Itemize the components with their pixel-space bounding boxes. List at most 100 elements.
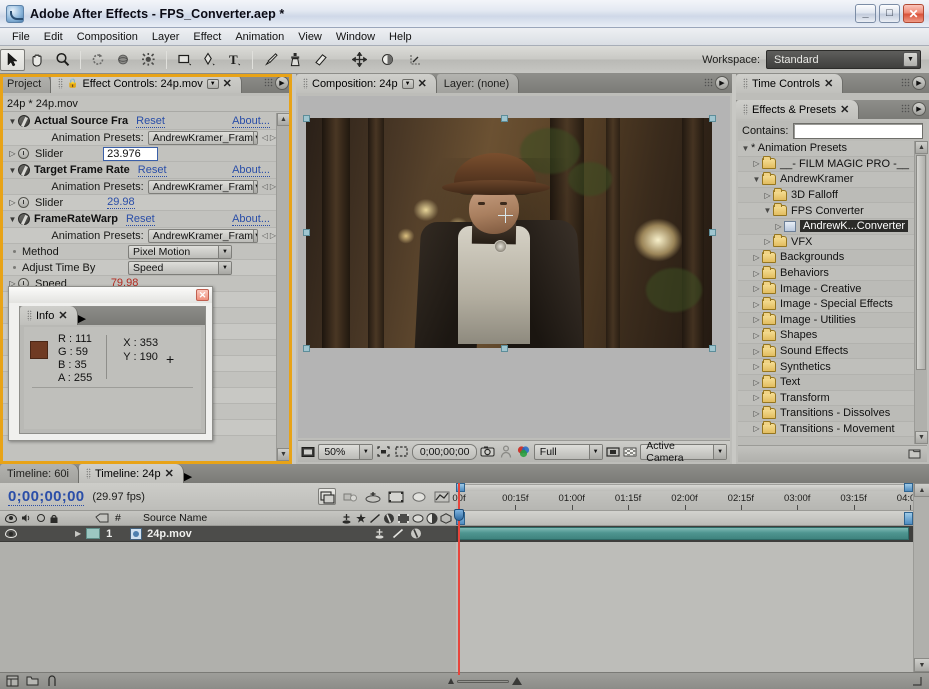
effect-property-row[interactable]: Method Pixel Motion ▼ [3, 244, 276, 260]
property-value[interactable]: 29.98 [107, 196, 135, 209]
tab-layer-none[interactable]: Layer: (none) [436, 74, 520, 93]
work-area-end-handle[interactable] [904, 483, 913, 492]
move-axis-icon[interactable] [347, 49, 372, 71]
stopwatch-icon[interactable] [18, 148, 29, 159]
clone-stamp-tool[interactable] [283, 49, 308, 71]
disclosure-triangle-icon[interactable]: ▼ [7, 117, 18, 126]
disclosure-closed-icon[interactable]: ▷ [751, 159, 762, 168]
reset-link[interactable]: Reset [125, 213, 155, 226]
animation-presets-row[interactable]: Animation Presets:AndrewKramer_Fram▼◁▷ [3, 179, 276, 195]
column-header-source-name[interactable]: Source Name [143, 512, 207, 524]
playhead-knob[interactable] [454, 509, 464, 521]
tree-item[interactable]: ▷ Backgrounds [738, 249, 914, 266]
panel-menu-button[interactable]: ▶ [275, 76, 289, 90]
tree-item[interactable]: ▷ Transitions - Dissolves [738, 405, 914, 422]
zoom-slider-track[interactable] [456, 679, 509, 683]
selection-tool[interactable] [0, 48, 25, 71]
layer-switches[interactable] [373, 528, 456, 539]
frame-blending-icon[interactable] [387, 488, 405, 505]
tab-timeline-24p[interactable]: Timeline: 24p ✕ [78, 464, 184, 483]
zoom-end-handle[interactable] [904, 512, 913, 525]
tree-item[interactable]: ▼ FPS Converter [738, 203, 914, 219]
scroll-up-icon[interactable]: ▲ [914, 483, 929, 497]
effect-property-row[interactable]: ▷ Slider 23.976 [3, 146, 276, 162]
tree-item[interactable]: ▷ Transform [738, 390, 914, 407]
disclosure-closed-icon[interactable]: ▷ [751, 409, 762, 418]
close-icon[interactable]: ✕ [165, 467, 174, 480]
toggle-mask-icon[interactable] [394, 444, 409, 459]
comp-nav-icon[interactable] [24, 674, 40, 689]
animation-presets-select[interactable]: AndrewKramer_Fram▼ [147, 179, 258, 194]
disclosure-closed-icon[interactable]: ▷ [773, 222, 784, 231]
presets-scrollbar[interactable]: ▲ ▼ [914, 141, 928, 444]
brush-tool[interactable] [258, 49, 283, 71]
disclosure-closed-icon[interactable]: ▷ [751, 315, 762, 324]
tree-item[interactable]: ▷ AndrewK...Converter [738, 219, 914, 235]
menu-item-help[interactable]: Help [382, 30, 419, 44]
zoom-out-icon[interactable] [447, 678, 454, 684]
comp-flowchart-icon[interactable] [4, 674, 20, 689]
previous-preset-icon[interactable]: ◁ [262, 231, 268, 240]
tree-item[interactable]: ▼ * Animation Presets [738, 141, 914, 157]
zoom-in-icon[interactable] [511, 677, 522, 685]
about-link[interactable]: About... [232, 164, 270, 177]
about-link[interactable]: About... [232, 213, 270, 226]
menu-item-layer[interactable]: Layer [145, 30, 187, 44]
work-area-bar[interactable] [456, 484, 913, 491]
eraser-tool[interactable] [308, 49, 333, 71]
scroll-up-icon[interactable]: ▲ [915, 141, 928, 154]
disclosure-closed-icon[interactable]: ▷ [751, 393, 762, 402]
layer-duration-bar[interactable] [458, 527, 909, 540]
timeline-current-time[interactable]: 0;00;00;00 [8, 488, 85, 506]
effect-group-header[interactable]: ▼ FrameRateWarp Reset About... [3, 211, 276, 228]
menu-item-effect[interactable]: Effect [186, 30, 228, 44]
draft-3d-icon[interactable] [341, 488, 359, 505]
effect-group-header[interactable]: ▼ Target Frame Rate Reset About... [3, 162, 276, 179]
disclosure-open-icon[interactable]: ▼ [751, 175, 762, 184]
preset-nav-arrows[interactable]: ◁ ▷ [262, 182, 276, 191]
live-update-icon[interactable] [318, 488, 336, 505]
minimize-button[interactable]: _ [855, 4, 876, 23]
previous-preset-icon[interactable]: ◁ [262, 182, 268, 191]
scroll-up-icon[interactable]: ▲ [277, 113, 289, 126]
tree-item[interactable]: ▷ Text [738, 374, 914, 391]
tab-project[interactable]: Project [0, 74, 52, 93]
expand-layer-triangle-icon[interactable]: ▶ [75, 529, 81, 538]
about-link[interactable]: About... [232, 115, 270, 128]
panel-menu-button[interactable]: ▶ [715, 76, 729, 90]
column-header-index[interactable]: # [115, 512, 143, 524]
disclosure-triangle-icon[interactable]: ▼ [7, 215, 18, 224]
property-select[interactable]: Speed ▼ [128, 260, 232, 275]
menu-item-composition[interactable]: Composition [70, 30, 145, 44]
panel-menu-button[interactable]: ▶ [78, 312, 86, 325]
time-indicator-playhead[interactable] [454, 483, 464, 675]
pan-behind-tool[interactable] [136, 49, 161, 71]
reset-link[interactable]: Reset [137, 164, 167, 177]
tree-item[interactable]: ▷ Sound Effects [738, 343, 914, 360]
previous-preset-icon[interactable]: ◁ [262, 133, 268, 142]
view-axis-icon[interactable] [403, 49, 428, 71]
zoom-level-select[interactable]: 50% ▼ [318, 443, 373, 460]
scroll-down-icon[interactable]: ▼ [914, 658, 929, 672]
disclosure-closed-icon[interactable]: ▷ [751, 378, 762, 387]
disclosure-closed-icon[interactable]: ▷ [751, 300, 762, 309]
timeline-ruler[interactable]: 00f00:15f01:00f01:15f02:00f02:15f03:00f0… [452, 483, 923, 511]
anchor-point-icon[interactable] [498, 208, 513, 223]
tree-item[interactable]: ▷ Synthetics [738, 359, 914, 375]
orbit-camera-tool[interactable] [111, 49, 136, 71]
tree-item[interactable]: ▷ 3D Falloff [738, 187, 914, 204]
disclosure-closed-icon[interactable]: ▷ [751, 347, 762, 356]
current-time-display[interactable]: 0;00;00;00 [411, 443, 478, 460]
tree-item[interactable]: ▼ AndrewKramer [738, 171, 914, 188]
disclosure-triangle-icon[interactable]: ▷ [7, 149, 18, 158]
motion-sketch-icon[interactable] [44, 674, 60, 689]
tree-item[interactable]: ▷ Image - Utilities [738, 312, 914, 329]
property-select[interactable]: Pixel Motion ▼ [128, 244, 232, 259]
effect-group-header[interactable]: ▼ Actual Source Fra Reset About... [3, 113, 276, 130]
disclosure-closed-icon[interactable]: ▷ [762, 237, 773, 246]
stopwatch-icon[interactable] [18, 197, 29, 208]
contains-input[interactable] [793, 123, 923, 139]
rotation-tool[interactable] [86, 49, 111, 71]
tree-item[interactable]: ▷ Shapes [738, 327, 914, 344]
timeline-layer-row[interactable]: ▶ 1 24p.mov [0, 526, 456, 542]
